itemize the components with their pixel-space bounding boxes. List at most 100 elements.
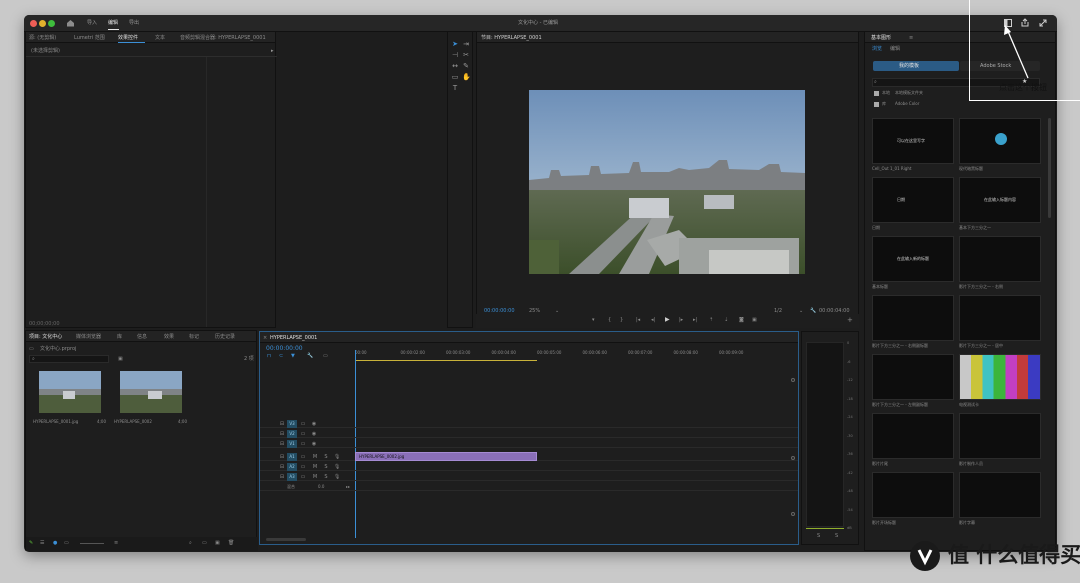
- template-item[interactable]: 影片下方三分之一 - 右侧: [959, 236, 1041, 292]
- export-frame-icon[interactable]: ◙: [739, 318, 744, 323]
- lock-track-icon[interactable]: ⊟: [279, 454, 285, 460]
- mute-track-button[interactable]: M: [312, 454, 318, 460]
- project-search-input[interactable]: [29, 355, 109, 363]
- compare-view-icon[interactable]: ▣: [752, 318, 757, 323]
- tab-libraries[interactable]: 库: [117, 335, 122, 340]
- new-item-icon[interactable]: ▣: [215, 541, 220, 546]
- audio-track-row[interactable]: ⊟ A2 ▭ M S 🎙: [260, 462, 798, 471]
- lift-icon[interactable]: ⇡: [709, 318, 713, 323]
- mark-out-icon[interactable]: }: [620, 318, 623, 323]
- lock-track-icon[interactable]: ⊟: [279, 464, 285, 470]
- lock-track-icon[interactable]: ⊟: [279, 441, 285, 447]
- vertical-zoom-scroll[interactable]: [790, 364, 796, 534]
- template-item[interactable]: 在此输入标题内容 基本下方三分之一: [959, 177, 1041, 233]
- rectangle-tool-icon[interactable]: ▭: [451, 73, 459, 81]
- play-button[interactable]: ▶: [665, 317, 670, 323]
- panel-arrow-icon[interactable]: ▸: [271, 49, 274, 54]
- scroll-handle-mid[interactable]: [791, 456, 795, 460]
- track-target-toggle[interactable]: V3: [287, 420, 297, 428]
- work-area-bar[interactable]: [355, 360, 537, 361]
- tab-browse[interactable]: 浏览: [872, 47, 882, 52]
- solo-right-button[interactable]: S: [835, 534, 838, 539]
- sync-lock-icon[interactable]: ▭: [300, 454, 306, 460]
- type-tool-icon[interactable]: T: [451, 84, 459, 92]
- tab-media-browser[interactable]: 媒体浏览器: [76, 335, 101, 340]
- template-item[interactable]: 影片制作人员: [959, 413, 1041, 469]
- linked-selection-icon[interactable]: ⊂: [279, 354, 283, 359]
- solo-track-button[interactable]: S: [323, 474, 329, 480]
- timeline-sequence-tab[interactable]: HYPERLAPSE_0001: [270, 336, 317, 341]
- new-bin-footer-icon[interactable]: ▭: [202, 541, 207, 546]
- solo-track-button[interactable]: S: [323, 464, 329, 470]
- lock-track-icon[interactable]: ⊟: [279, 474, 285, 480]
- eye-icon[interactable]: ◉: [311, 421, 317, 427]
- template-item[interactable]: 在此输入新的标题 基本标题: [872, 236, 954, 292]
- template-item[interactable]: 影片开场标题: [872, 472, 954, 528]
- go-to-out-icon[interactable]: ▸|: [693, 318, 697, 323]
- scroll-handle-bottom[interactable]: [791, 512, 795, 516]
- local-checkbox[interactable]: [874, 91, 879, 96]
- step-forward-icon[interactable]: |▸: [679, 318, 683, 323]
- go-to-in-icon[interactable]: |◂: [636, 318, 640, 323]
- lock-track-icon[interactable]: ⊟: [279, 421, 285, 427]
- graphics-panel-title[interactable]: 基本图形: [871, 36, 891, 41]
- timeline-close-icon[interactable]: ×: [263, 336, 267, 341]
- home-icon[interactable]: [66, 19, 75, 27]
- selection-tool-icon[interactable]: ➤: [451, 40, 459, 48]
- filter-adobe-color[interactable]: Adobe Color: [895, 102, 919, 106]
- tab-lumetri-scopes[interactable]: Lumetri 范围: [74, 36, 105, 41]
- video-track-row[interactable]: ⊟ V3 ▭ ◉: [260, 419, 798, 428]
- template-item[interactable]: 现代暗黑标题: [959, 118, 1041, 174]
- minimize-window-button[interactable]: [39, 20, 46, 27]
- template-item[interactable]: 电视测试卡: [959, 354, 1041, 410]
- track-target-toggle[interactable]: A3: [287, 473, 297, 481]
- mark-in-icon[interactable]: {: [608, 318, 611, 323]
- new-bin-icon[interactable]: ▣: [118, 357, 123, 362]
- audio-track-row[interactable]: ⊟ A3 ▭ M S 🎙: [260, 472, 798, 481]
- tab-history[interactable]: 历史记录: [215, 335, 235, 340]
- timeline-clip[interactable]: HYPERLAPSE_0002.jpg: [355, 452, 537, 461]
- tab-effects[interactable]: 效果: [164, 335, 174, 340]
- graphics-scrollbar[interactable]: [1048, 118, 1051, 218]
- template-item[interactable]: 影片下方三分之一 - 左侧副标题: [872, 354, 954, 410]
- sync-lock-icon[interactable]: ▭: [300, 441, 306, 447]
- template-item[interactable]: 影片字幕: [959, 472, 1041, 528]
- mute-track-button[interactable]: M: [312, 464, 318, 470]
- library-checkbox[interactable]: [874, 102, 879, 107]
- eye-icon[interactable]: ◉: [311, 431, 317, 437]
- captions-icon[interactable]: ▭: [323, 354, 328, 359]
- tab-effect-controls[interactable]: 效果控件: [118, 36, 138, 41]
- scroll-handle-top[interactable]: [791, 378, 795, 382]
- tab-markers[interactable]: 标记: [189, 335, 199, 340]
- timeline-horizontal-scroll[interactable]: [266, 538, 306, 541]
- zoom-window-button[interactable]: [48, 20, 55, 27]
- video-track-row[interactable]: ⊟ V2 ▭ ◉: [260, 429, 798, 438]
- go-to-end-icon[interactable]: ▸▸: [346, 485, 350, 489]
- microphone-icon[interactable]: 🎙: [334, 454, 340, 460]
- sync-lock-icon[interactable]: ▭: [300, 464, 306, 470]
- template-item[interactable]: 影片片尾: [872, 413, 954, 469]
- project-item-1[interactable]: HYPERLAPSE_0001.jpg 4;00: [33, 371, 106, 431]
- step-back-icon[interactable]: ◂|: [651, 318, 655, 323]
- sync-lock-icon[interactable]: ▭: [300, 421, 306, 427]
- eye-icon[interactable]: ◉: [311, 441, 317, 447]
- icon-view-icon[interactable]: ●: [53, 541, 57, 546]
- slip-tool-icon[interactable]: ↔: [451, 62, 459, 70]
- program-monitor-title[interactable]: 节目: HYPERLAPSE_0001: [481, 36, 542, 41]
- pen-tool-icon[interactable]: ✎: [462, 62, 470, 70]
- button-editor-plus-icon[interactable]: +: [847, 317, 853, 324]
- mix-value[interactable]: 0.0: [318, 485, 324, 489]
- track-target-toggle[interactable]: A2: [287, 463, 297, 471]
- timeline-settings-icon[interactable]: 🔧: [307, 354, 313, 359]
- freeform-view-icon[interactable]: ▭: [64, 541, 69, 546]
- microphone-icon[interactable]: 🎙: [334, 474, 340, 480]
- lock-track-icon[interactable]: ⊟: [279, 431, 285, 437]
- menu-export[interactable]: 导出: [129, 21, 139, 26]
- tab-edit[interactable]: 编辑: [890, 47, 900, 52]
- track-select-tool-icon[interactable]: ⇥: [462, 40, 470, 48]
- snap-icon[interactable]: ⊓: [267, 354, 271, 359]
- timeline-timecode[interactable]: 00:00:00:00: [266, 346, 303, 352]
- sort-icon[interactable]: ≡: [114, 541, 118, 546]
- solo-track-button[interactable]: S: [323, 454, 329, 460]
- add-marker-icon[interactable]: ▾: [592, 318, 595, 323]
